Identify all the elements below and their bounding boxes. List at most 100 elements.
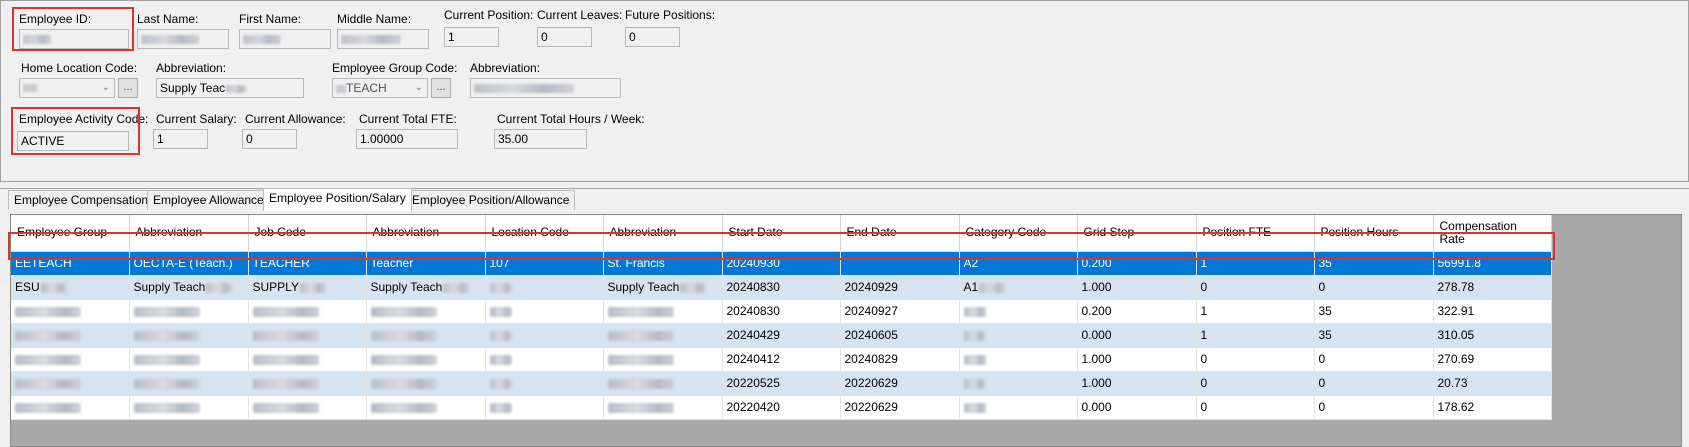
cell-value: 0.200 [1081,304,1112,318]
table-cell: 0 [1314,275,1434,300]
current-total-fte-field[interactable]: 1.00000 [356,129,458,149]
column-header[interactable]: Location Code [485,215,604,252]
position-salary-grid[interactable]: Employee Group Abbreviation Job Code Abbrev… [10,214,1682,447]
table-cell [603,395,723,420]
cell-value: 322.91 [1437,304,1475,318]
cell-value: Supply Teach [133,280,206,294]
redacted-text [489,306,512,317]
cell-value: 35 [1318,256,1332,270]
employee-id-field[interactable] [19,29,129,49]
redacted-text [370,330,437,341]
future-positions-field[interactable]: 0 [625,27,680,47]
cell-value: 178.62 [1437,400,1475,414]
group-abbreviation-field[interactable] [470,78,621,98]
table-cell: A1 [959,275,1078,300]
grid-table: Employee Group Abbreviation Job Code Abbrev… [11,215,1552,420]
cell-value: 0 [1318,376,1326,390]
tab-employee-position-allowance[interactable]: Employee Position/Allowance [406,190,576,210]
home-location-lookup-button[interactable]: ... [118,78,138,98]
cell-value: 0 [1318,400,1326,414]
cell-value: 20220629 [844,376,898,390]
home-location-code-select[interactable]: ⌄ [19,78,115,98]
tab-employee-allowance[interactable]: Employee Allowance [147,190,270,210]
cell-value: 0.200 [1081,256,1112,270]
table-row[interactable]: 20220525 20220629 1.000 0 0 20.73 [11,371,1552,396]
current-leaves-field[interactable]: 0 [537,27,592,47]
table-cell: A2 [959,251,1078,276]
employee-group-lookup-button[interactable]: ... [431,78,451,98]
home-abbreviation-field[interactable]: Supply Teac [156,78,304,98]
current-allowance-field[interactable]: 0 [242,129,297,149]
table-row[interactable]: EETEACH OECTA-E (Teach.) TEACHER Teacher 107… [11,251,1552,276]
column-header[interactable]: Abbreviation [603,215,723,252]
redacted-text [299,282,326,293]
current-salary-field[interactable]: 1 [153,129,208,149]
middle-name-field[interactable] [337,29,429,49]
redacted-text [133,306,200,317]
cell-value: 1.000 [1081,376,1112,390]
cell-value: Supply Teach [607,280,680,294]
table-cell [129,299,249,324]
table-cell [248,371,367,396]
table-row[interactable]: 20240830 20240927 0.200 1 35 322.91 [11,299,1552,324]
redacted-text [607,402,674,413]
column-header[interactable]: Compensation Rate [1433,215,1552,252]
current-position-label: Current Position: [444,8,534,22]
cell-value: Teacher [370,256,414,270]
cell-value: A2 [963,256,979,270]
redacted-text [252,354,319,365]
employee-group-code-select[interactable]: TEACH ⌄ [332,78,428,98]
column-header[interactable]: Position Hours [1314,215,1434,252]
current-total-hours-label: Current Total Hours / Week: [497,112,645,126]
employee-activity-code-field[interactable]: ACTIVE [17,131,129,151]
cell-value: 0 [1200,280,1208,294]
tab-employee-position-salary[interactable]: Employee Position/Salary [263,188,412,211]
table-cell: 56991.8 [1433,251,1552,276]
cell-value: 1 [1200,328,1208,342]
table-cell: 1.000 [1077,371,1197,396]
table-row[interactable]: 20220420 20220629 0.000 0 0 178.62 [11,395,1552,420]
column-header[interactable]: Abbreviation [129,215,249,252]
redacted-text [133,330,200,341]
cell-value: 0 [1318,352,1326,366]
redacted-text [963,306,986,317]
employee-group-code-value: TEACH [346,81,387,95]
redacted-text [489,330,512,341]
table-cell [603,299,723,324]
column-header[interactable]: Position FTE [1196,215,1315,252]
cell-value: 107 [489,256,510,270]
table-cell: EETEACH [11,251,130,276]
group-abbreviation-label: Abbreviation: [470,61,541,75]
table-cell: 1.000 [1077,347,1197,372]
table-row[interactable]: 20240412 20240829 1.000 0 0 270.69 [11,347,1552,372]
table-cell [11,323,130,348]
redacted-text [15,330,81,341]
table-row[interactable]: ESU Supply Teach SUPPLY Supply Teach Supply … [11,275,1552,300]
cell-value: 20.73 [1437,376,1468,390]
column-header[interactable]: Employee Group [11,215,130,252]
column-header[interactable]: End Date [840,215,960,252]
column-header[interactable]: Job Code [248,215,367,252]
table-cell: 0 [1196,371,1315,396]
current-position-field[interactable]: 1 [444,27,499,47]
column-header[interactable]: Grid Step [1077,215,1197,252]
table-row[interactable]: 20240429 20240605 0.000 1 35 310.05 [11,323,1552,348]
current-total-hours-field[interactable]: 35.00 [494,129,587,149]
table-cell [959,347,1078,372]
redacted-text [489,282,512,293]
table-cell: 1 [1196,299,1315,324]
table-cell [959,323,1078,348]
column-header[interactable]: Category Code [959,215,1078,252]
first-name-field[interactable] [239,29,331,49]
cell-value: ESU [15,280,40,294]
table-cell: 20.73 [1433,371,1552,396]
tab-employee-compensation[interactable]: Employee Compensation [8,190,155,210]
table-cell: SUPPLY [248,275,367,300]
redacted-text [979,282,1006,293]
cell-value: 20240829 [844,352,898,366]
column-header[interactable]: Abbreviation [366,215,486,252]
column-header[interactable]: Start Date [722,215,841,252]
table-cell [366,395,486,420]
last-name-field[interactable] [137,29,229,49]
redacted-text [15,402,81,413]
